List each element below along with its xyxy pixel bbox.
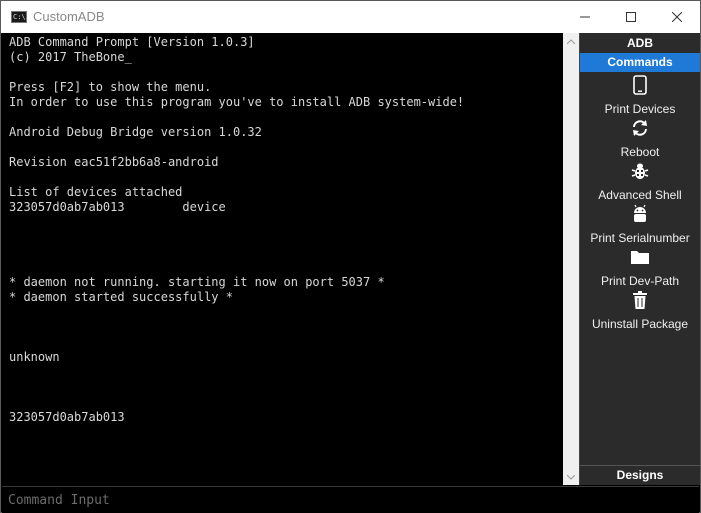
console-output[interactable]: ADB Command Prompt [Version 1.0.3] (c) 2… bbox=[2, 33, 563, 485]
console-line: Revision eac51f2bb6a8-android bbox=[9, 155, 219, 169]
console-line: In order to use this program you've to i… bbox=[9, 95, 465, 109]
adb-side-panel: ADB Commands Print Devices Reboot Advanc… bbox=[579, 33, 700, 485]
console-app-icon-glyph: C:\ bbox=[13, 13, 26, 21]
command-input-bar bbox=[2, 486, 699, 513]
trash-icon bbox=[630, 290, 650, 310]
folder-icon bbox=[630, 247, 650, 267]
chevron-down-icon bbox=[567, 474, 575, 480]
console-line: List of devices attached bbox=[9, 185, 183, 199]
scroll-up-button[interactable] bbox=[563, 33, 579, 49]
print-devices-label: Print Devices bbox=[604, 102, 676, 116]
uninstall-package-label: Uninstall Package bbox=[591, 317, 689, 331]
maximize-button[interactable] bbox=[608, 1, 654, 33]
console-scrollbar[interactable] bbox=[563, 33, 579, 485]
bug-icon bbox=[630, 161, 650, 181]
print-devices-button[interactable]: Print Devices bbox=[580, 75, 700, 117]
close-icon bbox=[672, 12, 682, 22]
reboot-button[interactable]: Reboot bbox=[580, 118, 700, 160]
command-input[interactable] bbox=[2, 487, 699, 513]
window-title: CustomADB bbox=[33, 9, 105, 24]
advanced-shell-button[interactable]: Advanced Shell bbox=[580, 161, 700, 203]
advanced-shell-label: Advanced Shell bbox=[598, 188, 682, 202]
console-line: * daemon not running. starting it now on… bbox=[9, 275, 385, 289]
panel-title: ADB bbox=[627, 36, 653, 50]
mobile-phone-icon bbox=[630, 75, 650, 95]
app-window: C:\ CustomADB ADB Command Prompt [Versio… bbox=[0, 0, 701, 513]
print-serialnumber-label: Print Serialnumber bbox=[590, 231, 690, 245]
console-line: Press [F2] to show the menu. bbox=[9, 80, 212, 94]
console-app-icon: C:\ bbox=[11, 11, 27, 23]
print-dev-path-label: Print Dev-Path bbox=[600, 274, 680, 288]
uninstall-package-button[interactable]: Uninstall Package bbox=[580, 290, 700, 332]
console-line: 323057d0ab7ab013 device bbox=[9, 200, 226, 214]
close-button[interactable] bbox=[654, 1, 700, 33]
tab-commands[interactable]: Commands bbox=[580, 53, 700, 72]
console-line: unknown bbox=[9, 350, 60, 364]
minimize-icon bbox=[580, 16, 590, 18]
console-line: Android Debug Bridge version 1.0.32 bbox=[9, 125, 262, 139]
console-text: ADB Command Prompt [Version 1.0.3] (c) 2… bbox=[2, 33, 563, 425]
print-dev-path-button[interactable]: Print Dev-Path bbox=[580, 247, 700, 289]
title-bar[interactable]: C:\ CustomADB bbox=[1, 1, 700, 33]
reboot-label: Reboot bbox=[620, 145, 660, 159]
console-line: * daemon started successfully * bbox=[9, 290, 233, 304]
print-serialnumber-button[interactable]: Print Serialnumber bbox=[580, 204, 700, 246]
minimize-button[interactable] bbox=[562, 1, 608, 33]
console-line: (c) 2017 TheBone_ bbox=[9, 50, 132, 64]
console-line: ADB Command Prompt [Version 1.0.3] bbox=[9, 35, 255, 49]
maximize-icon bbox=[626, 12, 636, 22]
chevron-up-icon bbox=[567, 38, 575, 44]
scroll-down-button[interactable] bbox=[563, 469, 579, 485]
android-icon bbox=[630, 204, 650, 224]
tab-designs[interactable]: Designs bbox=[580, 465, 700, 485]
refresh-icon bbox=[630, 118, 650, 138]
console-line: 323057d0ab7ab013 bbox=[9, 410, 125, 424]
